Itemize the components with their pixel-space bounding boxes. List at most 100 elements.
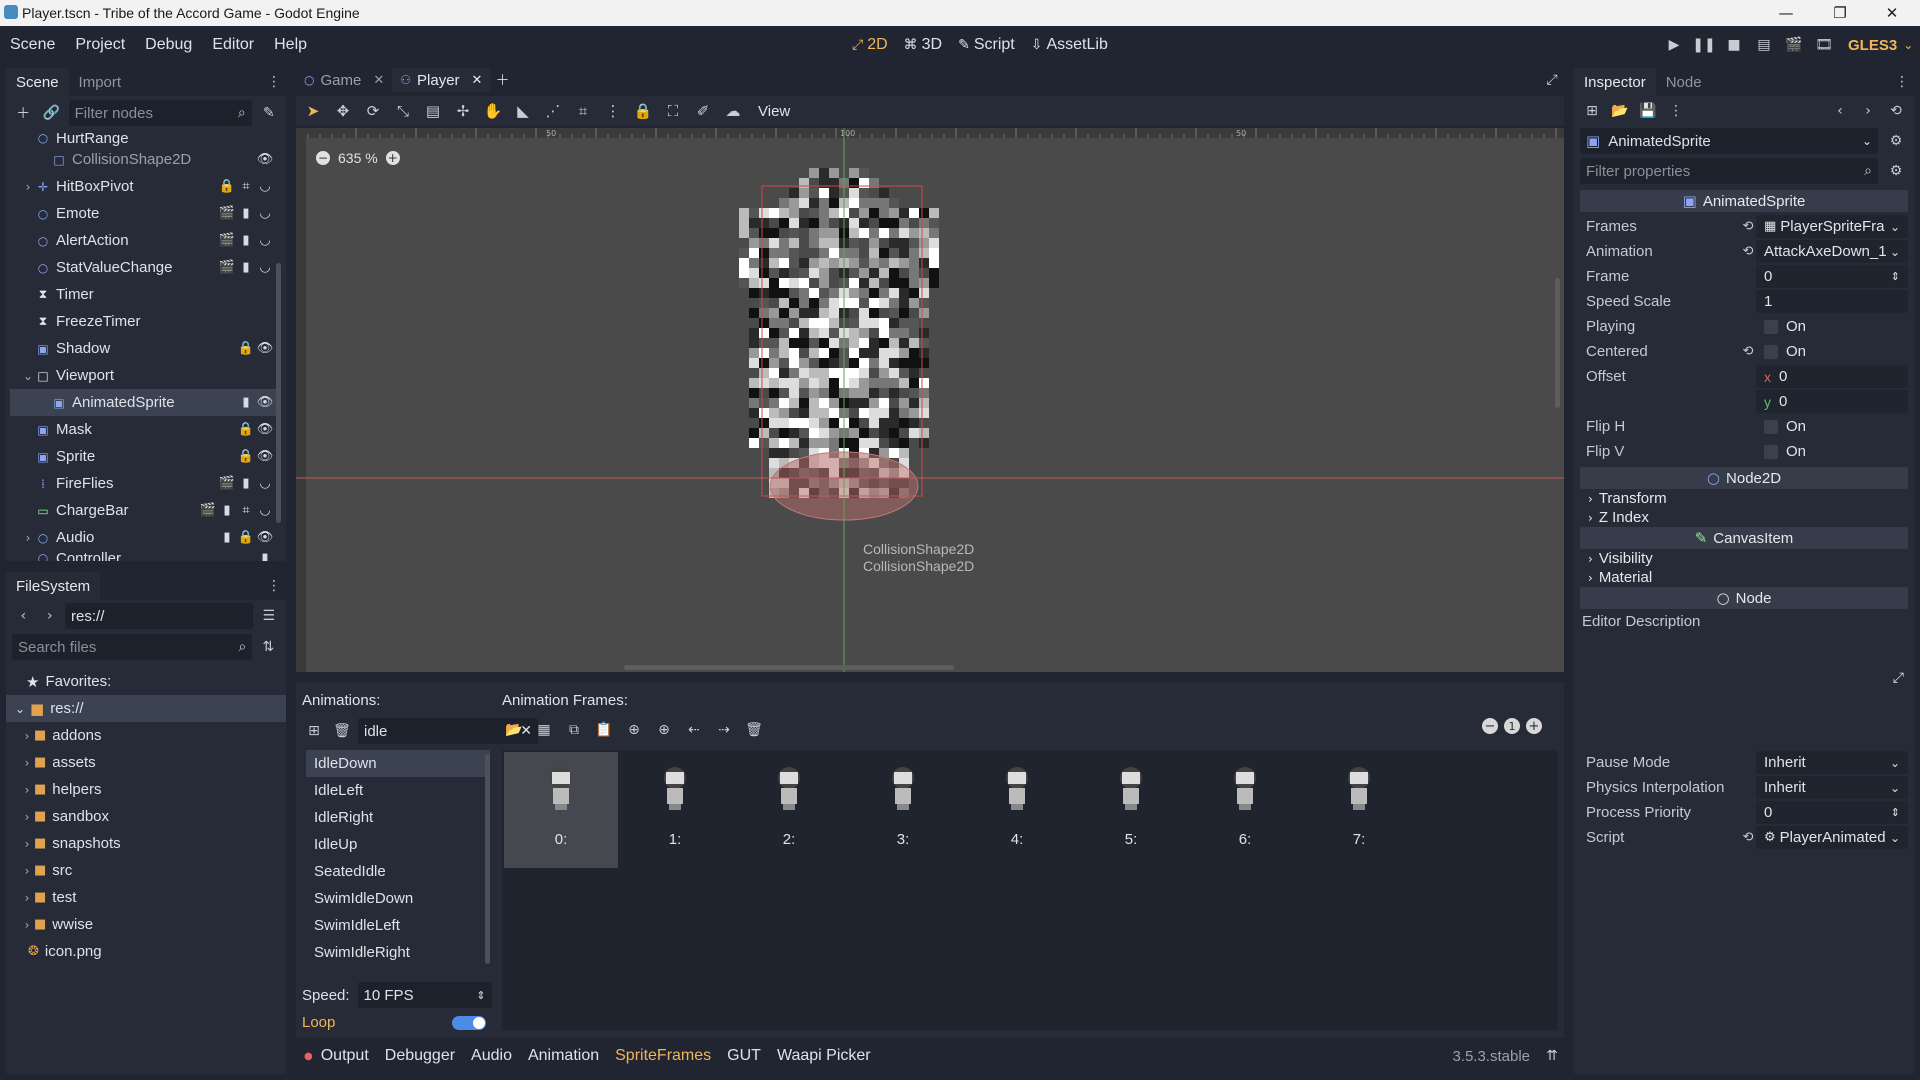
zoom-in-icon[interactable]: + <box>385 151 400 165</box>
move-tool-icon[interactable]: ✥ <box>328 96 358 126</box>
tab-inspector[interactable]: Inspector <box>1574 68 1656 96</box>
prop-value[interactable]: On <box>1756 315 1908 338</box>
pivot-tool-icon[interactable]: ✢ <box>448 96 478 126</box>
section-node2d[interactable]: ○ Node2D <box>1580 467 1908 489</box>
close-tab-icon[interactable]: ✕ <box>373 73 384 88</box>
prop-value[interactable]: x0 <box>1756 365 1908 388</box>
animation-list-scrollbar[interactable] <box>485 754 490 964</box>
script-icon[interactable]: ▮ <box>218 529 236 547</box>
expand-arrow-icon[interactable]: › <box>22 918 32 932</box>
script-icon[interactable]: ▮ <box>218 502 236 520</box>
pan-tool-icon[interactable]: ✋ <box>478 96 508 126</box>
chevron-down-icon[interactable]: ⌄ <box>1903 38 1913 52</box>
frame-6[interactable]: 6: <box>1188 752 1302 868</box>
tree-node-timer[interactable]: ⧗ Timer <box>10 281 278 308</box>
bottom-tab-spriteframes[interactable]: SpriteFrames <box>607 1047 719 1065</box>
animation-icon[interactable]: 🎬 <box>218 205 236 223</box>
move-left-icon[interactable]: ⇠ <box>682 718 706 742</box>
bottom-tab-audio[interactable]: Audio <box>463 1047 520 1065</box>
add-scene-tab-icon[interactable]: ＋ <box>490 68 514 92</box>
frame-2[interactable]: 2: <box>732 752 846 868</box>
menu-help[interactable]: Help <box>264 26 317 64</box>
lock-icon[interactable]: 🔒 <box>237 340 255 358</box>
revert-icon[interactable]: ⟲ <box>1740 830 1756 845</box>
menu-debug[interactable]: Debug <box>135 26 202 64</box>
checkbox[interactable] <box>1764 319 1778 334</box>
minimize-button[interactable]: — <box>1766 2 1806 24</box>
workspace-3d[interactable]: ⌘ 3D <box>896 26 950 64</box>
checkbox[interactable] <box>1764 419 1778 434</box>
path-field[interactable]: res:// <box>65 603 254 629</box>
menu-scene[interactable]: Scene <box>0 26 65 64</box>
fs-item-helpers[interactable]: › ■ helpers <box>6 776 286 803</box>
prop-value[interactable]: Inherit ⌄ <box>1756 751 1908 774</box>
canvas-viewport[interactable]: 50 100 50 − 635 % + CollisionShape2D Colli… <box>296 128 1564 672</box>
prop-value[interactable]: 1 <box>1756 290 1908 313</box>
tree-node-emote[interactable]: ○ Emote 🎬 ▮ ◡ <box>10 200 278 227</box>
object-selector[interactable]: ▣ AnimatedSprite ⌄ <box>1580 128 1878 154</box>
tree-node-sprite[interactable]: ▣ Sprite 🔒 👁 <box>10 443 278 470</box>
renderer-select[interactable]: GLES3 <box>1842 37 1897 54</box>
script-icon[interactable]: ▮ <box>237 259 255 277</box>
zoom-reset-icon[interactable]: 1 <box>1504 718 1520 734</box>
zoom-level[interactable]: 635 % <box>338 150 378 166</box>
grid-snap-icon[interactable]: ⌗ <box>568 96 598 126</box>
animation-item-swimidledown[interactable]: SwimIdleDown <box>306 885 490 912</box>
expand-arrow-icon[interactable]: › <box>22 837 32 851</box>
sprite-sheet-icon[interactable]: ▦ <box>532 718 556 742</box>
tree-node-audio[interactable]: › ○ Audio ▮ 🔒 👁 <box>10 524 278 551</box>
expand-icon[interactable]: ⤢ <box>1893 670 1904 686</box>
expand-arrow-icon[interactable]: › <box>22 864 32 878</box>
snap-options-icon[interactable]: ⋮ <box>598 96 628 126</box>
spin-arrows-icon[interactable]: ⇕ <box>1891 806 1900 819</box>
list-select-icon[interactable]: ▤ <box>418 96 448 126</box>
frame-3[interactable]: 3: <box>846 752 960 868</box>
subsection-material[interactable]: › Material <box>1580 568 1908 587</box>
prop-value[interactable]: ⚙ PlayerAnimated ⌄ <box>1756 826 1908 849</box>
canvas-v-scrollbar[interactable] <box>1555 278 1560 408</box>
checkbox[interactable] <box>1764 344 1778 359</box>
tree-node-statvaluechange[interactable]: ○ StatValueChange 🎬 ▮ ◡ <box>10 254 278 281</box>
workspace-2d[interactable]: ⤢ 2D <box>844 26 896 64</box>
group-icon[interactable]: ⌗ <box>237 502 255 520</box>
prop-value[interactable]: On <box>1756 415 1908 438</box>
close-tab-icon[interactable]: ✕ <box>472 73 483 88</box>
history-icon[interactable]: ⟲ <box>1884 99 1908 123</box>
expand-arrow-icon[interactable]: › <box>22 783 32 797</box>
tree-node-shadow[interactable]: ▣ Shadow 🔒 👁 <box>10 335 278 362</box>
back-icon[interactable]: ‹ <box>12 604 35 628</box>
dock-menu-icon[interactable]: ⋮ <box>1890 70 1914 94</box>
save-resource-icon[interactable]: 💾 <box>1636 99 1660 123</box>
insert-after-icon[interactable]: ⊕ <box>652 718 676 742</box>
copy-frame-icon[interactable]: ⧉ <box>562 718 586 742</box>
workspace-assetlib[interactable]: ⇩ AssetLib <box>1023 26 1116 64</box>
favorites-row[interactable]: ★ Favorites: <box>6 668 286 695</box>
property-options-icon[interactable]: ⚙ <box>1884 159 1908 183</box>
lock-icon[interactable]: 🔒 <box>218 178 236 196</box>
animation-item-seatedidle[interactable]: SeatedIdle <box>306 858 490 885</box>
frame-4[interactable]: 4: <box>960 752 1074 868</box>
spin-arrows-icon[interactable]: ⇕ <box>476 989 485 1002</box>
animation-item-idleleft[interactable]: IdleLeft <box>306 777 490 804</box>
history-forward-icon[interactable]: › <box>1856 99 1880 123</box>
group-icon[interactable]: ⌗ <box>237 178 255 196</box>
animation-item-idleright[interactable]: IdleRight <box>306 804 490 831</box>
search-files-input[interactable]: Search files ⌕ <box>12 634 253 660</box>
script-icon[interactable]: ▮ <box>237 205 255 223</box>
script-icon[interactable]: ▮ <box>237 475 255 493</box>
visibility-icon[interactable]: 👁 <box>256 394 274 412</box>
tree-node-freezetimer[interactable]: ⧗ FreezeTimer <box>10 308 278 335</box>
fs-item-assets[interactable]: › ■ assets <box>6 749 286 776</box>
resource-menu-icon[interactable]: ⋮ <box>1664 99 1688 123</box>
animation-item-idleup[interactable]: IdleUp <box>306 831 490 858</box>
prop-value[interactable]: AttackAxeDown_1 ⌄ <box>1756 240 1908 263</box>
paste-frame-icon[interactable]: 📋 <box>592 718 616 742</box>
animation-icon[interactable]: 🎬 <box>218 232 236 250</box>
bottom-tab-gut[interactable]: GUT <box>719 1047 769 1065</box>
expand-arrow-icon[interactable]: › <box>22 756 32 770</box>
expand-panel-icon[interactable]: ⇈ <box>1540 1044 1564 1068</box>
pause-icon[interactable]: ❚❚ <box>1692 33 1716 57</box>
tree-node-fireflies[interactable]: ⁞ FireFlies 🎬 ▮ ◡ <box>10 470 278 497</box>
tree-node-viewport[interactable]: ⌄ □ Viewport <box>10 362 278 389</box>
delete-frame-icon[interactable]: 🗑 <box>742 718 766 742</box>
